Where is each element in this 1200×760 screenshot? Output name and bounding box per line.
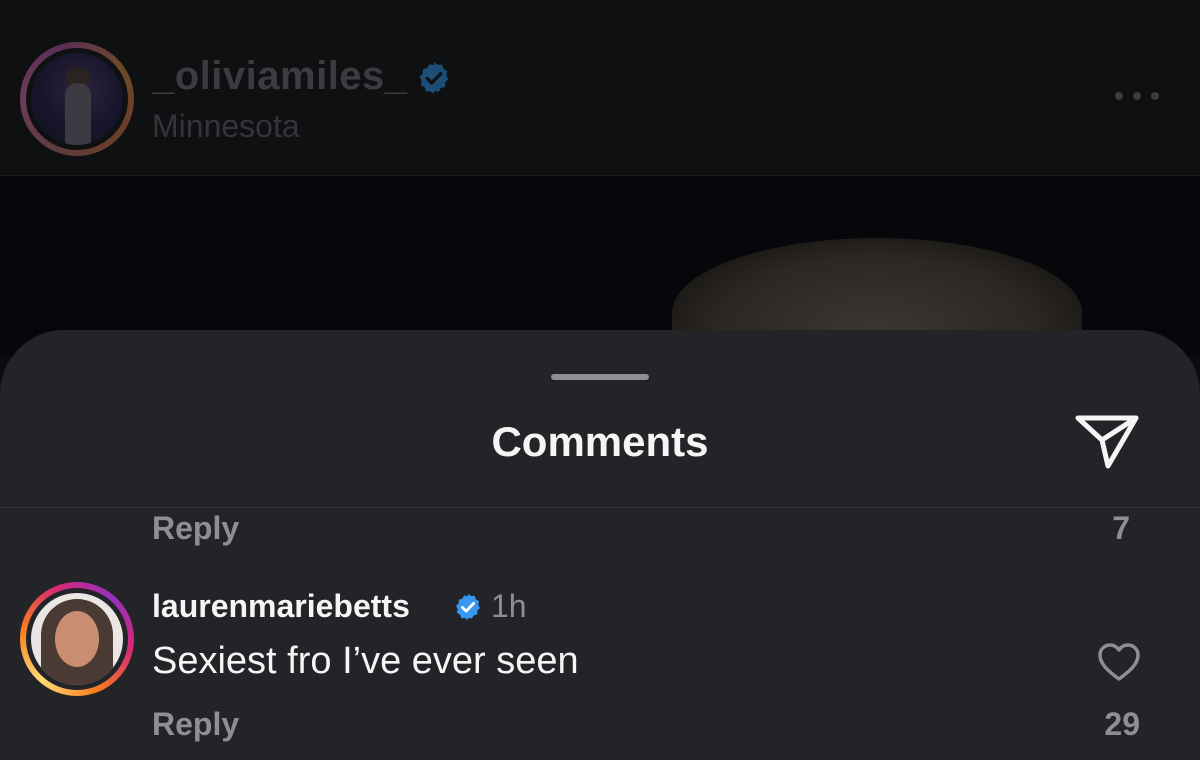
comments-title: Comments — [491, 418, 709, 465]
comment-timestamp: 1h — [491, 588, 527, 624]
post-avatar-photo — [31, 53, 123, 145]
verified-badge-icon — [453, 592, 483, 627]
heart-icon[interactable] — [1096, 641, 1142, 688]
send-icon[interactable] — [1072, 410, 1142, 477]
more-dots-icon[interactable] — [1113, 88, 1161, 109]
like-count: 7 — [1112, 510, 1130, 546]
post-avatar[interactable] — [20, 42, 134, 156]
post-header: _oliviamiles_ Minnesota — [0, 0, 1200, 176]
post-location[interactable]: Minnesota — [152, 108, 300, 145]
sheet-grabber-handle[interactable] — [551, 374, 649, 380]
comment-avatar-photo — [31, 593, 123, 685]
reply-button[interactable]: Reply — [152, 510, 239, 547]
comment-text: Sexiest fro I’ve ever seen — [152, 640, 579, 682]
verified-badge-icon — [416, 60, 452, 101]
like-count: 29 — [1104, 706, 1140, 742]
sheet-divider — [0, 507, 1200, 508]
comments-sheet: Comments Reply 7 laurenmariebetts 1h Sex… — [0, 330, 1200, 760]
post-username[interactable]: _oliviamiles_ — [152, 54, 408, 99]
comment-username[interactable]: laurenmariebetts — [152, 588, 410, 625]
comment-avatar[interactable] — [20, 582, 134, 696]
reply-button[interactable]: Reply — [152, 706, 239, 743]
